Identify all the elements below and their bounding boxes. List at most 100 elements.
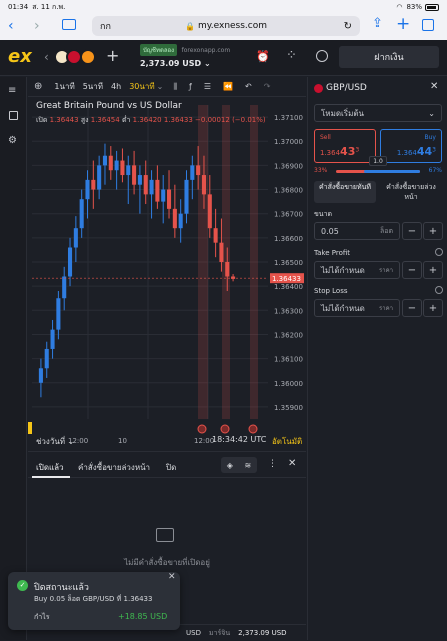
chart-type-icon[interactable]: ⫼ bbox=[173, 82, 177, 92]
buy-price-big: 44 bbox=[416, 145, 433, 158]
order-symbol: GBP/USD bbox=[326, 83, 367, 93]
sl-increase-button[interactable]: + bbox=[423, 299, 443, 317]
close-panel-icon[interactable]: ✕ bbox=[288, 458, 296, 469]
candle-body bbox=[102, 155, 108, 166]
apps-grid-icon[interactable]: ⁘ bbox=[286, 48, 297, 63]
auto-scale-button[interactable]: อัตโนมัติ bbox=[272, 435, 302, 448]
tp-increase-button[interactable]: + bbox=[423, 261, 443, 279]
pending-order-tab[interactable]: คำสั่งซื้อขายล่วงหน้า bbox=[380, 181, 442, 203]
timeframe-5m[interactable]: 5นาที bbox=[83, 80, 103, 93]
calendar-icon[interactable] bbox=[9, 111, 18, 120]
add-indicator-icon[interactable]: ⊕ bbox=[34, 81, 42, 92]
price-chart[interactable]: 1.37100 1.37000 1.36900 1.36800 1.36700 1.366… bbox=[28, 97, 306, 450]
timeframe-30m[interactable]: 30นาที bbox=[129, 80, 154, 93]
ohlc-readout: เปิด 1.36443 สูง 1.36454 ต่ำ 1.36420 1.3… bbox=[36, 115, 266, 126]
candle-body bbox=[38, 368, 43, 383]
tp-input[interactable]: ไม่ได้กำหนด ราคา bbox=[314, 261, 400, 279]
candle-body bbox=[114, 160, 119, 171]
timeframe-4h[interactable]: 4h bbox=[111, 82, 121, 91]
stack-icon[interactable]: ≋ bbox=[245, 461, 252, 470]
buy-price-main: 1.364 bbox=[396, 149, 417, 157]
bookmarks-icon[interactable] bbox=[62, 19, 76, 30]
add-instrument-icon[interactable]: + bbox=[106, 46, 119, 65]
timeframe-1m[interactable]: 1นาที bbox=[54, 80, 74, 93]
candle-body bbox=[97, 165, 102, 190]
candle-body bbox=[184, 179, 189, 214]
account-selector[interactable]: บัญชีทดลอง forexonapp.com 2,373.09 USD ⌄ bbox=[140, 44, 230, 68]
indicators-icon[interactable]: ƒ bbox=[189, 82, 192, 91]
candle-body bbox=[190, 165, 195, 180]
volume-unit: ล็อต bbox=[379, 226, 393, 235]
sl-label: Stop Loss bbox=[314, 287, 348, 295]
candle-body bbox=[79, 199, 84, 229]
y-tick-label: 1.36600 bbox=[274, 235, 303, 243]
settings-icon[interactable]: ⚙ bbox=[8, 135, 17, 146]
drawing-icon[interactable]: ☰ bbox=[204, 82, 211, 91]
y-tick-label: 1.36400 bbox=[274, 283, 303, 291]
close-order-panel-icon[interactable]: ✕ bbox=[430, 81, 438, 92]
volume-decrease-button[interactable]: − bbox=[402, 222, 422, 240]
buy-price-small: 3 bbox=[432, 146, 436, 154]
redo-icon[interactable]: ↷ bbox=[264, 82, 271, 91]
success-check-icon: ✓ bbox=[17, 580, 28, 591]
view-toggle[interactable]: ◈ ≋ bbox=[221, 457, 257, 473]
candle-body bbox=[231, 276, 236, 279]
sell-price-small: 3 bbox=[355, 146, 360, 154]
date-range-button[interactable]: ช่วงวันที่ ⌄ bbox=[36, 435, 74, 448]
sl-input[interactable]: ไม่ได้กำหนด ราคา bbox=[314, 299, 400, 317]
tp-decrease-button[interactable]: − bbox=[402, 261, 422, 279]
sell-button[interactable]: Sell 1.364433 bbox=[314, 129, 376, 163]
briefcase-icon bbox=[156, 528, 174, 542]
tp-info-icon[interactable] bbox=[435, 248, 443, 256]
tab-open[interactable]: เปิดแล้ว bbox=[36, 461, 64, 474]
toast-detail: Buy 0.05 ล็อต GBP/USD ที่ 1.36433 bbox=[34, 595, 153, 603]
back-icon[interactable]: ‹ bbox=[8, 18, 14, 34]
undo-icon[interactable]: ↶ bbox=[245, 82, 252, 91]
profile-icon[interactable] bbox=[316, 50, 328, 62]
market-order-tab[interactable]: คำสั่งซื้อขายทันที bbox=[314, 181, 376, 203]
candle-body bbox=[50, 329, 55, 349]
url-text: my.exness.com bbox=[197, 21, 268, 31]
volume-increase-button[interactable]: + bbox=[423, 222, 443, 240]
open-label: เปิด bbox=[36, 116, 48, 124]
account-type-badge: บัญชีทดลอง bbox=[140, 44, 178, 56]
reader-button[interactable]: กก bbox=[100, 19, 111, 33]
address-bar[interactable]: กก 🔒 my.exness.com ↻ bbox=[92, 16, 360, 36]
instrument-tab-btc-icon[interactable] bbox=[80, 49, 96, 65]
order-symbol-header: GBP/USD bbox=[314, 83, 367, 93]
tabs-icon[interactable] bbox=[422, 19, 434, 31]
sentiment-buy-fill bbox=[363, 170, 420, 173]
sentiment-sell: 33% bbox=[314, 167, 328, 174]
y-tick-label: 1.36500 bbox=[274, 259, 303, 267]
tab-pending[interactable]: คำสั่งซื้อขายล่วงหน้า bbox=[78, 461, 150, 474]
reload-icon[interactable]: ↻ bbox=[344, 21, 352, 32]
back-arrow-icon[interactable]: ‹ bbox=[44, 50, 49, 64]
sell-price: 1.364433 bbox=[320, 145, 359, 158]
share-icon[interactable]: ⇪ bbox=[372, 16, 383, 31]
sl-decrease-button[interactable]: − bbox=[402, 299, 422, 317]
open-value: 1.36443 bbox=[49, 116, 79, 124]
more-options-icon[interactable]: ⋮ bbox=[268, 459, 277, 469]
account-server: forexonapp.com bbox=[181, 47, 231, 54]
account-balance: 2,373.09 USD bbox=[140, 59, 202, 68]
y-tick-label: 1.36700 bbox=[274, 211, 303, 219]
toast-close-icon[interactable]: ✕ bbox=[168, 572, 176, 582]
current-price-label: 1.36433 bbox=[272, 275, 301, 283]
layers-icon[interactable]: ◈ bbox=[227, 461, 233, 470]
y-tick-label: 1.36300 bbox=[274, 307, 303, 315]
exness-logo[interactable]: ex bbox=[8, 46, 32, 67]
volume-input[interactable]: 0.05 ล็อต bbox=[314, 222, 400, 240]
alarm-icon[interactable]: ⏰ bbox=[256, 50, 270, 63]
buy-price: 1.364443 bbox=[397, 145, 436, 158]
rewind-icon[interactable]: ⏪ bbox=[223, 82, 233, 91]
forward-icon[interactable]: › bbox=[34, 18, 40, 34]
buy-button[interactable]: Buy 1.364443 bbox=[380, 129, 442, 163]
order-mode-select[interactable]: โหมดเริ่มต้น ⌄ bbox=[314, 104, 442, 122]
deposit-button[interactable]: ฝากเงิน bbox=[339, 46, 439, 68]
toast-profit-value: +18.85 USD bbox=[118, 612, 168, 621]
timeframe-chevron-icon[interactable]: ⌄ bbox=[157, 82, 164, 91]
menu-icon[interactable]: ≡ bbox=[8, 85, 16, 96]
tab-closed[interactable]: ปิด bbox=[166, 461, 176, 474]
sl-info-icon[interactable] bbox=[435, 286, 443, 294]
new-tab-icon[interactable]: + bbox=[396, 14, 410, 34]
